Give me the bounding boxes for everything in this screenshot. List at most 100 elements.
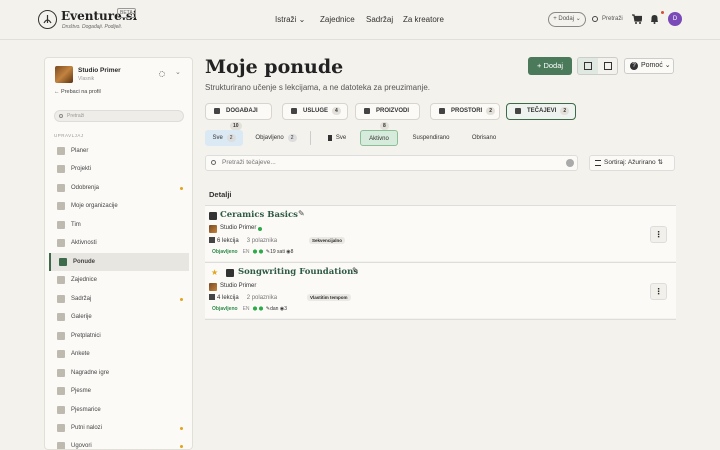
sidebar-item-ankete[interactable]: Ankete xyxy=(49,345,189,363)
travel-icon xyxy=(57,424,65,432)
help-label: Pomoć xyxy=(641,62,663,69)
sidebar-item-label: Moje organizacije xyxy=(71,203,118,209)
org-avatar xyxy=(55,66,73,83)
add-offer-button[interactable]: + Dodaj xyxy=(528,57,572,75)
tab-dogadaji[interactable]: DOGAĐAJI 10 xyxy=(205,103,272,130)
course-title[interactable]: Ceramics Basics xyxy=(220,210,298,220)
team-icon xyxy=(57,221,65,229)
chevron-down-icon[interactable]: ⌄ xyxy=(175,68,181,76)
nav-content[interactable]: Sadržaj xyxy=(366,15,393,24)
attention-dot xyxy=(180,298,183,301)
sidebar-item-tim[interactable]: Tim xyxy=(49,216,189,234)
sidebar-item-projekti[interactable]: Projekti xyxy=(49,160,189,178)
sidebar-item-label: Aktivnosti xyxy=(71,240,97,246)
chevron-down-icon: ⌄ xyxy=(298,15,306,24)
sort-direction-icon: ⇅ xyxy=(657,159,663,166)
sort-label: Sortiraj: Ažurirano xyxy=(604,159,656,166)
switch-to-profile-link[interactable]: ← Prebaci na profil xyxy=(54,89,101,95)
help-dropdown-button[interactable]: ? Pomoć ⌄ xyxy=(624,58,674,74)
sidebar-item-odobrenja[interactable]: Odobrenja xyxy=(49,179,189,197)
sidebar-item-label: Odobrenja xyxy=(71,185,100,191)
music-icon xyxy=(57,387,65,395)
sidebar-item-ugovori[interactable]: Ugovori xyxy=(49,437,189,449)
bookmark-icon xyxy=(328,135,332,141)
more-menu-button[interactable]: ⋮ xyxy=(650,226,667,243)
course-lessons: 6 lekcija xyxy=(217,238,239,244)
filter-deleted[interactable]: Obrisano xyxy=(462,130,506,146)
sidebar-item-aktivnosti[interactable]: Aktivnosti xyxy=(49,234,189,252)
add-offer-label: Dodaj xyxy=(543,61,564,70)
filter-suspended[interactable]: Suspendirano xyxy=(405,130,457,146)
filter-active[interactable]: Aktivno xyxy=(360,130,398,146)
chevron-down-icon: ⌄ xyxy=(664,62,671,69)
sidebar-item-putni-nalozi[interactable]: Putni nalozi xyxy=(49,419,189,437)
poll-icon xyxy=(57,350,65,358)
filter-status-all[interactable]: Sve xyxy=(322,130,352,146)
sort-dropdown[interactable]: Sortiraj: Ažurirano ⇅ xyxy=(589,155,675,171)
filter-all[interactable]: Sve 2 xyxy=(205,130,243,146)
course-language: EN xyxy=(242,306,250,312)
sidebar-item-planer[interactable]: Planer xyxy=(49,142,189,160)
sidebar-item-label: Ponude xyxy=(73,259,95,265)
sidebar-item-label: Zajednice xyxy=(71,277,98,283)
sidebar-item-sadrzaj[interactable]: Sadržaj xyxy=(49,290,189,308)
grid-view-button[interactable] xyxy=(598,58,617,74)
course-org[interactable]: Studio Primer xyxy=(209,225,263,233)
beta-badge: BETA xyxy=(117,8,136,18)
nav-creators[interactable]: Za kreatore xyxy=(403,15,444,24)
sidebar-item-pjesme[interactable]: Pjesme xyxy=(49,382,189,400)
avatar[interactable]: D xyxy=(668,12,682,26)
lessons-icon xyxy=(209,294,215,300)
filter-count: 2 xyxy=(287,134,297,142)
sidebar-item-galerije[interactable]: Galerije xyxy=(49,308,189,326)
list-view-icon xyxy=(584,62,592,70)
star-icon[interactable]: ★ xyxy=(211,268,218,277)
tab-proizvodi[interactable]: PROIZVODI 8 xyxy=(355,103,420,130)
search-button[interactable]: Pretraži xyxy=(590,12,628,27)
edit-icon[interactable]: ✎ xyxy=(352,266,359,275)
tab-tecajevi[interactable]: TEČAJEVI 2 xyxy=(506,103,576,120)
sidebar-item-label: Putni nalozi xyxy=(71,425,103,431)
bell-icon[interactable] xyxy=(650,14,659,24)
sidebar-search-input[interactable]: Pretraži xyxy=(54,110,184,122)
nav-explore[interactable]: Istraži ⌄ xyxy=(275,15,305,24)
tab-count: 8 xyxy=(380,122,389,130)
course-views: 8 xyxy=(290,249,294,255)
sidebar-item-pretplatnici[interactable]: Pretplatnici xyxy=(49,327,189,345)
space-icon xyxy=(439,108,445,114)
tab-usluge[interactable]: USLUGE 4 xyxy=(282,103,348,120)
gift-icon xyxy=(57,369,65,377)
help-icon[interactable] xyxy=(566,159,574,167)
tab-count: 4 xyxy=(332,107,341,115)
plus-icon: + xyxy=(536,61,542,70)
building-icon xyxy=(57,202,65,210)
cart-icon[interactable] xyxy=(632,14,642,24)
more-menu-button[interactable]: ⋮ xyxy=(650,283,667,300)
tab-prostori[interactable]: PROSTORI 2 xyxy=(430,103,500,120)
sidebar-item-nagradne-igre[interactable]: Nagradne igre xyxy=(49,364,189,382)
filter-published[interactable]: Objavljeno 2 xyxy=(250,130,302,146)
folder-icon xyxy=(57,165,65,173)
list-view-button[interactable] xyxy=(578,58,598,74)
tab-count: 2 xyxy=(560,107,570,115)
edit-icon[interactable]: ✎ xyxy=(298,209,305,218)
lessons-icon xyxy=(209,237,215,243)
course-title[interactable]: Songwriting Foundations xyxy=(238,267,358,277)
course-search-input[interactable]: Pretraži tečajeve... xyxy=(205,155,578,171)
course-org-name: Studio Primer xyxy=(220,283,257,289)
nav-communities[interactable]: Zajednice xyxy=(320,15,355,24)
course-mode-badge: Vlastitim tempom xyxy=(307,294,351,301)
gear-icon[interactable] xyxy=(159,71,165,77)
course-status-row: Objavljeno EN ✎dan ◉3 xyxy=(212,306,287,312)
add-dropdown-button[interactable]: + Dodaj ⌄ xyxy=(548,12,586,27)
search-label: Pretraži xyxy=(602,16,623,22)
sidebar-item-pjesmarice[interactable]: Pjesmarice xyxy=(49,401,189,419)
sidebar-item-organizacije[interactable]: Moje organizacije xyxy=(49,197,189,215)
sidebar-item-zajednice[interactable]: Zajednice xyxy=(49,271,189,289)
course-org[interactable]: Studio Primer xyxy=(209,283,257,291)
sidebar: Studio Primer Vlasnik ⌄ ← Prebaci na pro… xyxy=(44,57,193,450)
org-role: Vlasnik xyxy=(78,76,95,82)
sidebar-item-ponude[interactable]: Ponude xyxy=(49,253,189,271)
sidebar-item-label: Ankete xyxy=(71,351,90,357)
logo-icon[interactable] xyxy=(38,10,57,29)
